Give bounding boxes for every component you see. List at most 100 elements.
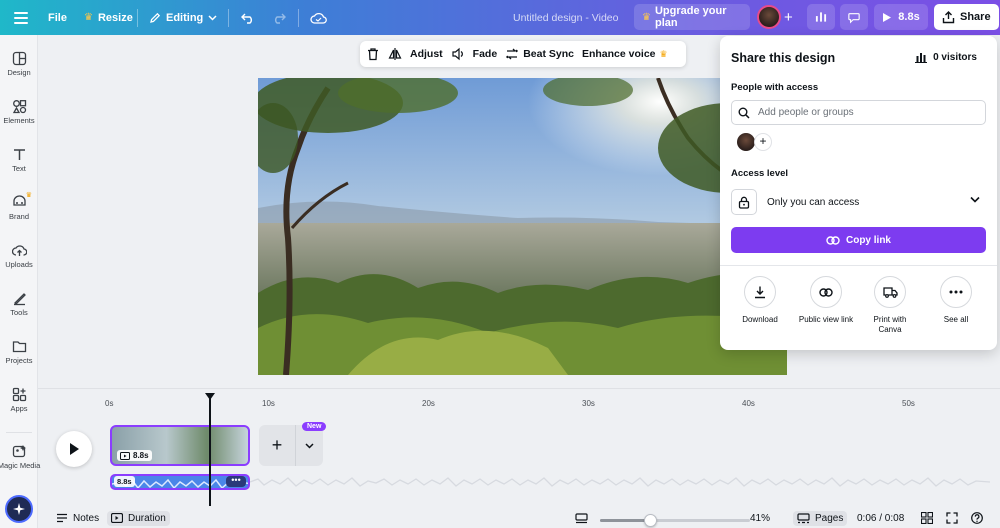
video-icon: [111, 513, 123, 523]
play-preview-button[interactable]: 8.8s: [874, 4, 928, 30]
bottom-bar: Notes Duration 41% Pages 0:06 / 0:08: [38, 508, 1000, 528]
link-icon: [819, 287, 833, 297]
sidebar-item-elements[interactable]: Elements: [0, 99, 38, 125]
menu-button[interactable]: [14, 0, 28, 35]
sidebar-item-magic-media[interactable]: Magic Media: [0, 444, 40, 470]
file-label: File: [48, 11, 67, 24]
add-clip-options-button[interactable]: [296, 442, 323, 449]
collaborator-avatar[interactable]: [737, 133, 755, 151]
zoom-slider-handle[interactable]: [643, 514, 657, 527]
sidebar-item-uploads[interactable]: Uploads: [0, 243, 38, 269]
access-level-label: Access level: [731, 168, 789, 179]
help-icon: [971, 512, 983, 524]
public-view-link-option[interactable]: Public view link: [793, 276, 859, 325]
design-icon: [12, 51, 26, 66]
video-canvas[interactable]: [258, 78, 787, 375]
sidebar-item-projects[interactable]: Projects: [0, 339, 38, 365]
search-icon: [738, 107, 750, 119]
page-view-icon: [575, 512, 588, 523]
add-clip-button[interactable]: +: [259, 435, 295, 456]
magic-assistant-button[interactable]: [5, 495, 33, 523]
notes-button[interactable]: Notes: [52, 511, 103, 526]
share-panel-title: Share this design: [731, 51, 836, 65]
cloud-save-status[interactable]: [310, 0, 327, 35]
zoom-slider-fill: [600, 519, 650, 522]
delete-button[interactable]: [366, 47, 380, 61]
timeline-play-button[interactable]: [56, 431, 92, 467]
editing-mode-button[interactable]: Editing: [149, 0, 217, 35]
ruler-tick: 20s: [422, 399, 435, 408]
pages-button[interactable]: Pages: [793, 510, 848, 526]
hamburger-icon: [14, 11, 28, 24]
print-with-canva-option[interactable]: Print with Canva: [857, 276, 923, 335]
add-person-button[interactable]: +: [754, 133, 772, 151]
fade-button[interactable]: Fade: [473, 48, 498, 60]
flip-button[interactable]: [388, 47, 402, 61]
fullscreen-icon: [946, 512, 958, 524]
video-icon: [120, 451, 130, 460]
left-sidebar: Design Elements Text ♛ Brand Uploads Too…: [0, 35, 40, 528]
add-people-input[interactable]: Add people or groups: [731, 100, 986, 125]
insights-button[interactable]: [807, 4, 835, 30]
sidebar-item-design[interactable]: Design: [0, 51, 38, 77]
audio-duration-badge: 8.8s: [114, 476, 135, 487]
sidebar-item-text[interactable]: Text: [0, 147, 38, 173]
access-level-value: Only you can access: [767, 196, 860, 208]
zoom-level[interactable]: 41%: [750, 513, 770, 524]
design-title-text: Untitled design - Video: [513, 11, 619, 24]
divider: [137, 9, 138, 27]
divider: [228, 9, 229, 27]
comments-button[interactable]: [840, 4, 868, 30]
upgrade-label: Upgrade your plan: [654, 5, 727, 29]
grid-view-button[interactable]: [920, 511, 934, 527]
new-badge: New: [302, 422, 327, 431]
duration-button[interactable]: Duration: [107, 510, 170, 526]
elements-icon: [12, 100, 26, 114]
zoom-slider[interactable]: [600, 514, 750, 527]
adjust-button[interactable]: Adjust: [410, 48, 443, 60]
sidebar-item-tools[interactable]: Tools: [0, 291, 38, 317]
projects-icon: [12, 341, 26, 353]
sidebar-item-apps[interactable]: Apps: [0, 387, 38, 413]
crown-icon: ♛: [25, 192, 32, 199]
divider: [298, 9, 299, 27]
undo-button[interactable]: [241, 0, 255, 35]
user-avatar[interactable]: [757, 5, 781, 29]
design-title[interactable]: Untitled design - Video: [513, 0, 618, 35]
video-clip[interactable]: 8.8s: [110, 425, 250, 466]
audio-waveform-extended: [249, 474, 991, 490]
landscape-video-frame: [258, 78, 787, 375]
copy-link-button[interactable]: Copy link: [731, 227, 986, 253]
enhance-voice-button[interactable]: Enhance voice ♛: [582, 48, 668, 60]
play-duration: 8.8s: [898, 11, 920, 23]
page-view-button[interactable]: [571, 511, 592, 526]
access-level-select[interactable]: Only you can access: [731, 188, 986, 216]
ruler-tick: 30s: [582, 399, 595, 408]
play-icon: [883, 12, 892, 22]
fullscreen-button[interactable]: [946, 512, 958, 527]
ruler-tick: 0s: [105, 399, 114, 408]
option-label: Print with Canva: [873, 315, 907, 334]
sidebar-item-label: Elements: [3, 116, 35, 125]
visitors-button[interactable]: 0 visitors: [915, 52, 977, 63]
flip-icon: [388, 48, 402, 60]
ruler-tick: 50s: [902, 399, 915, 408]
playhead[interactable]: [209, 398, 211, 506]
volume-button[interactable]: [451, 47, 465, 61]
resize-button[interactable]: ♛ Resize: [84, 0, 133, 35]
add-collaborator-button[interactable]: +: [784, 0, 793, 35]
beat-sync-button[interactable]: Beat Sync: [505, 47, 574, 61]
grid-icon: [920, 511, 934, 525]
audio-more-button[interactable]: •••: [226, 476, 246, 487]
see-all-option[interactable]: See all: [923, 276, 989, 325]
redo-button[interactable]: [272, 0, 286, 35]
ruler-tick: 40s: [742, 399, 755, 408]
sidebar-item-brand[interactable]: ♛ Brand: [0, 192, 38, 221]
crown-icon: ♛: [642, 11, 651, 23]
upgrade-plan-button[interactable]: ♛ Upgrade your plan: [634, 4, 750, 30]
pencil-icon: [150, 12, 161, 23]
help-button[interactable]: [971, 512, 983, 527]
file-menu[interactable]: File: [48, 0, 67, 35]
share-button[interactable]: Share: [934, 4, 999, 30]
download-option[interactable]: Download: [727, 276, 793, 325]
